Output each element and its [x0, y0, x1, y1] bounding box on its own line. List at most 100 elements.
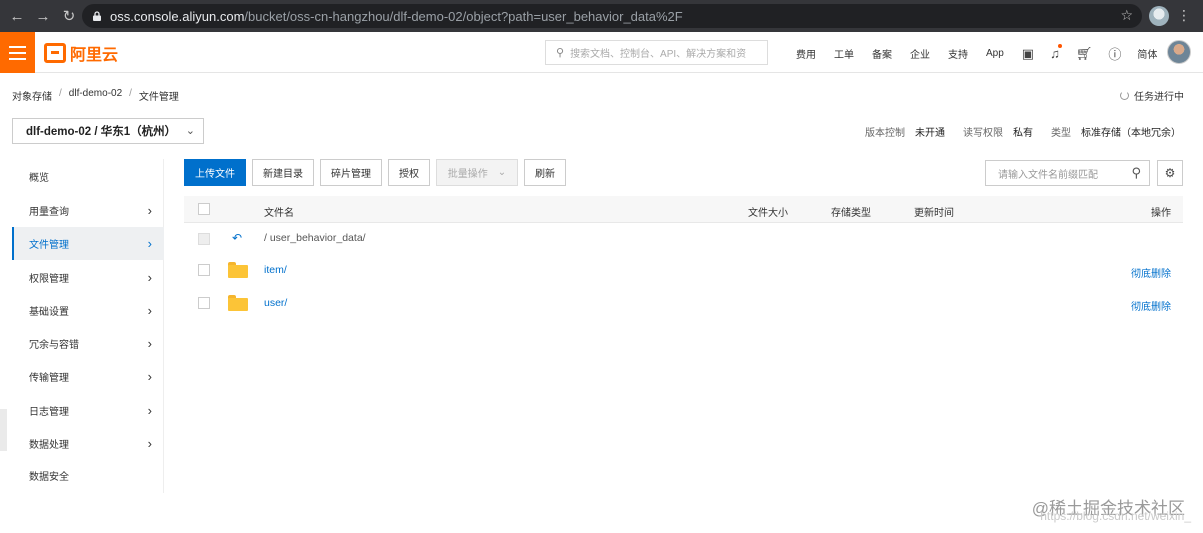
sidebar-item-label: 数据处理: [29, 440, 69, 451]
sidebar-item-overview[interactable]: 概览: [12, 160, 164, 193]
delete-permanently-link[interactable]: 彻底删除: [1131, 265, 1171, 280]
row-checkbox: [198, 233, 210, 245]
task-progress-link[interactable]: 任务进行中: [1120, 88, 1184, 103]
meta-versioning-key: 版本控制: [865, 128, 905, 139]
sidebar-item-redundancy[interactable]: 冗余与容错 ›: [12, 327, 164, 360]
chevron-right-icon: ›: [147, 436, 152, 451]
reload-icon[interactable]: ↻: [60, 7, 78, 25]
sidebar: 概览 用量查询 › 文件管理 › 权限管理 › 基础设置 › 冗余与容错 › 传输管理 › …: [12, 159, 164, 493]
fragment-management-button[interactable]: 碎片管理: [320, 159, 382, 186]
delete-permanently-link[interactable]: 彻底删除: [1131, 298, 1171, 313]
loading-spinner-icon: [1120, 91, 1129, 100]
authorize-button[interactable]: 授权: [388, 159, 430, 186]
menu-hamburger-icon[interactable]: [0, 32, 35, 73]
sidebar-item-data-processing[interactable]: 数据处理 ›: [12, 427, 164, 460]
sidebar-item-basic-settings[interactable]: 基础设置 ›: [12, 294, 164, 327]
breadcrumb-item-bucket[interactable]: dlf-demo-02: [69, 88, 122, 103]
row-checkbox[interactable]: [198, 264, 210, 276]
sidebar-item-usage[interactable]: 用量查询 ›: [12, 194, 164, 227]
breadcrumb-separator: /: [59, 88, 62, 99]
meta-acl-value: 私有: [1013, 128, 1033, 139]
file-prefix-search-input[interactable]: 请输入文件名前缀匹配 ⚲: [985, 160, 1150, 186]
chevron-right-icon: ›: [147, 403, 152, 418]
sidebar-item-label: 概览: [29, 173, 49, 184]
new-directory-button[interactable]: 新建目录: [252, 159, 314, 186]
folder-icon: [228, 295, 248, 311]
task-progress-label: 任务进行中: [1134, 92, 1184, 103]
console-header: 阿里云 ⚲ 搜索文档、控制台、API、解决方案和资 费用 工单 备案 企业 支持…: [0, 32, 1203, 73]
user-avatar[interactable]: [1167, 40, 1191, 64]
sidebar-item-transfer[interactable]: 传输管理 ›: [12, 360, 164, 393]
sidebar-item-permissions[interactable]: 权限管理 ›: [12, 261, 164, 294]
refresh-button[interactable]: 刷新: [524, 159, 566, 186]
upload-button[interactable]: 上传文件: [184, 159, 246, 186]
file-toolbar: 上传文件 新建目录 碎片管理 授权 批量操作 ⌄ 刷新: [184, 159, 566, 186]
sidebar-item-label: 文件管理: [29, 240, 69, 251]
header-item-tickets[interactable]: 工单: [834, 46, 854, 61]
cart-icon[interactable]: 🛒︎: [1076, 46, 1093, 62]
language-switch[interactable]: 简体: [1137, 46, 1157, 61]
url-path: /bucket/oss-cn-hangzhou/dlf-demo-02/obje…: [244, 8, 683, 24]
sidebar-item-files[interactable]: 文件管理 ›: [12, 227, 164, 260]
sidebar-item-label: 日志管理: [29, 407, 69, 418]
terminal-icon[interactable]: ▣: [1022, 46, 1034, 62]
bookmark-star-icon[interactable]: ☆: [1120, 7, 1133, 24]
aliyun-logo-icon: [44, 43, 66, 63]
forward-arrow-icon[interactable]: →: [34, 7, 52, 25]
header-item-app[interactable]: App: [986, 48, 1004, 59]
search-icon: ⚲: [556, 47, 565, 59]
search-icon[interactable]: ⚲: [1131, 165, 1141, 181]
header-item-enterprise[interactable]: 企业: [910, 46, 930, 61]
lock-icon: [93, 11, 101, 21]
current-path[interactable]: / user_behavior_data/: [264, 232, 366, 244]
url-host: oss.console.aliyun.com: [110, 8, 245, 24]
header-item-icp[interactable]: 备案: [872, 46, 892, 61]
column-header-updated: 更新时间: [914, 208, 954, 219]
console-search-input[interactable]: ⚲ 搜索文档、控制台、API、解决方案和资: [545, 40, 768, 65]
bucket-meta: 版本控制 未开通 读写权限 私有 类型 标准存储（本地冗余）: [865, 124, 1181, 139]
return-arrow-icon[interactable]: ↶: [232, 231, 242, 245]
sidebar-item-logs[interactable]: 日志管理 ›: [12, 394, 164, 427]
sidebar-collapse-handle[interactable]: [0, 409, 7, 451]
header-item-billing[interactable]: 费用: [796, 46, 816, 61]
notification-dot: [1057, 44, 1062, 48]
chevron-right-icon: ›: [147, 369, 152, 384]
brand-name: 阿里云: [70, 47, 119, 64]
folder-name-link[interactable]: item/: [264, 264, 287, 276]
bell-icon[interactable]: ♫: [1050, 44, 1062, 61]
file-table-header: 文件名 文件大小 存储类型 更新时间 操作: [184, 196, 1183, 223]
sidebar-item-label: 传输管理: [29, 373, 69, 384]
back-arrow-icon[interactable]: ←: [8, 7, 26, 25]
breadcrumb-item-oss[interactable]: 对象存储: [12, 88, 52, 103]
batch-operations-label: 批量操作: [447, 169, 488, 180]
header-menu: 费用 工单 备案 企业 支持 App ▣ ♫ 🛒︎ ⓘ 简体: [796, 44, 1175, 63]
meta-storage-value: 标准存储（本地冗余）: [1081, 128, 1181, 139]
meta-storage-key: 类型: [1051, 128, 1071, 139]
column-header-storage: 存储类型: [831, 208, 871, 219]
chevron-right-icon: ›: [147, 203, 152, 218]
batch-operations-dropdown[interactable]: 批量操作 ⌄: [436, 159, 518, 186]
sidebar-item-data-security[interactable]: 数据安全: [12, 459, 164, 492]
file-search-placeholder: 请输入文件名前缀匹配: [998, 169, 1098, 181]
help-icon[interactable]: ⓘ: [1108, 44, 1121, 63]
aliyun-logo[interactable]: 阿里云: [44, 41, 118, 65]
table-row-parent: ↶ / user_behavior_data/: [184, 223, 1183, 256]
bucket-selector-value: dlf-demo-02 / 华东1（杭州）: [26, 126, 177, 138]
browser-menu-icon[interactable]: ⋮: [1177, 7, 1191, 24]
gear-icon[interactable]: ⚙: [1157, 160, 1183, 186]
sidebar-item-label: 冗余与容错: [29, 340, 79, 351]
sidebar-item-label: 权限管理: [29, 274, 69, 285]
select-all-checkbox[interactable]: [198, 203, 210, 215]
browser-toolbar: ← → ↻ oss.console.aliyun.com /bucket/oss…: [0, 0, 1203, 32]
sidebar-item-label: 用量查询: [29, 207, 69, 218]
column-header-actions: 操作: [1151, 208, 1171, 219]
row-checkbox[interactable]: [198, 297, 210, 309]
column-header-name: 文件名: [264, 208, 294, 219]
chevron-down-icon: ⌄: [497, 167, 507, 178]
header-item-support[interactable]: 支持: [948, 46, 968, 61]
bucket-selector[interactable]: dlf-demo-02 / 华东1（杭州） ⌄: [12, 118, 204, 144]
column-header-size: 文件大小: [748, 208, 788, 219]
browser-profile-avatar[interactable]: [1149, 6, 1169, 26]
address-bar[interactable]: oss.console.aliyun.com /bucket/oss-cn-ha…: [82, 4, 1142, 28]
folder-name-link[interactable]: user/: [264, 297, 287, 309]
